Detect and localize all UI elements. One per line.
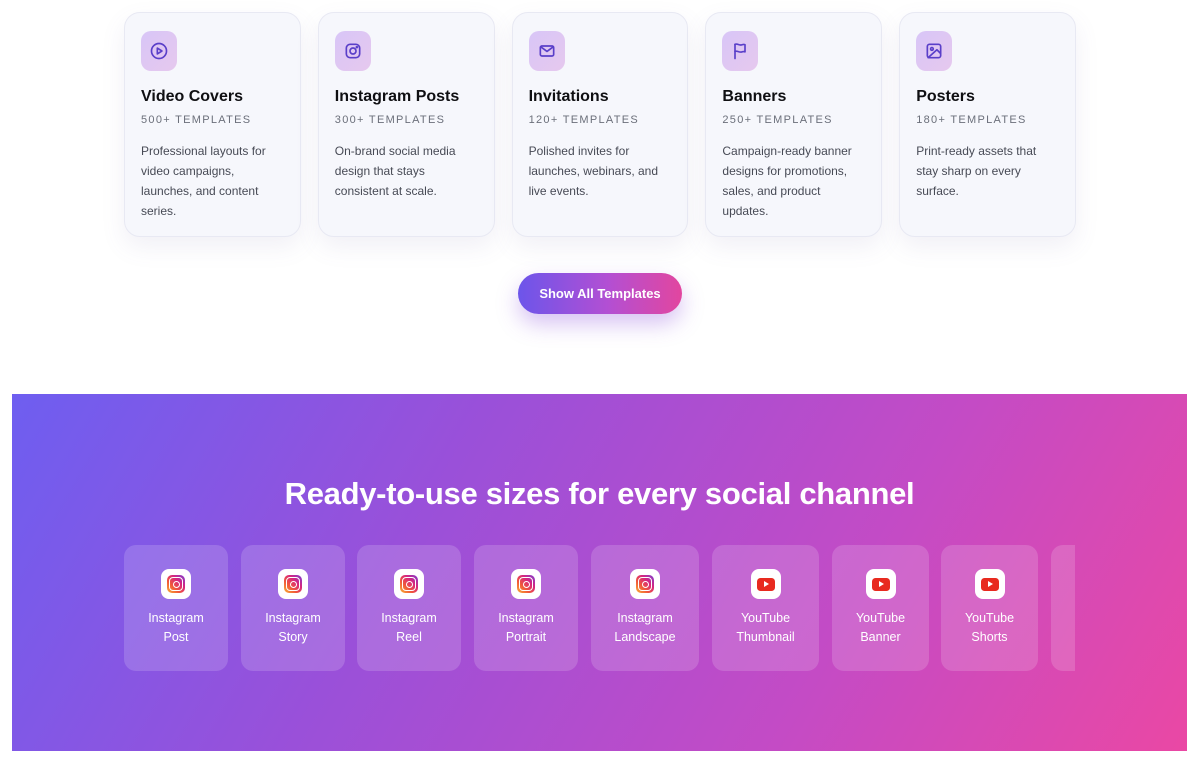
instagram-icon — [630, 569, 660, 599]
size-tile-instagram-post[interactable]: Instagram Post — [124, 545, 228, 671]
card-template-count: 500+ TEMPLATES — [141, 114, 252, 126]
show-all-templates-button[interactable]: Show All Templates — [518, 273, 682, 314]
size-tile-instagram-portrait[interactable]: Instagram Portrait — [474, 545, 578, 671]
tile-label-platform: Instagram — [381, 611, 437, 625]
tile-label-platform: Instagram — [617, 611, 673, 625]
tile-label-platform: YouTube — [740, 611, 791, 625]
template-card-instagram-posts[interactable]: Instagram Posts 300+ TEMPLATES On-brand … — [317, 12, 495, 237]
youtube-icon — [750, 569, 781, 599]
tile-label-format: Shorts — [971, 630, 1008, 644]
card-title: Instagram Posts — [334, 88, 460, 105]
size-tile-instagram-story[interactable]: Instagram Story — [241, 545, 345, 671]
tile-label-platform: YouTube — [855, 611, 906, 625]
tile-label-format: Post — [163, 630, 189, 644]
card-title: Banners — [722, 88, 787, 105]
size-tile-instagram-landscape[interactable]: Instagram Landscape — [591, 545, 699, 671]
instagram-icon — [278, 569, 308, 599]
youtube-icon — [865, 569, 896, 599]
image-icon — [916, 31, 953, 71]
mail-icon — [528, 31, 565, 71]
template-category-cards: Video Covers 500+ TEMPLATES Professional… — [124, 12, 1076, 237]
tile-label-format: Reel — [396, 630, 422, 644]
youtube-icon — [974, 569, 1005, 599]
instagram-icon — [394, 569, 424, 599]
card-template-count: 180+ TEMPLATES — [916, 114, 1027, 126]
tile-label-platform: Instagram — [498, 611, 554, 625]
card-template-count: 300+ TEMPLATES — [334, 114, 446, 126]
card-title: Invitations — [528, 88, 609, 105]
card-template-count: 250+ TEMPLATES — [722, 114, 833, 126]
tile-label-format: Banner — [860, 630, 901, 644]
social-sizes-section: Ready-to-use sizes for every social chan… — [12, 394, 1187, 751]
card-description: Campaign-ready banner designs for promot… — [722, 144, 852, 218]
template-card-invitations[interactable]: Invitations 120+ TEMPLATES Polished invi… — [511, 12, 689, 237]
size-tile-youtube-shorts[interactable]: YouTube Shorts — [941, 545, 1038, 671]
tile-label-format: Thumbnail — [736, 630, 795, 644]
social-size-carousel[interactable]: Instagram Post Instagram Story Instagram Re… — [124, 545, 1075, 671]
tile-label-platform: Instagram — [265, 611, 321, 625]
size-tile-partial[interactable] — [1051, 545, 1075, 671]
tile-label-platform: Instagram — [148, 611, 204, 625]
instagram-icon — [511, 569, 541, 599]
section-title: Ready-to-use sizes for every social chan… — [284, 476, 915, 511]
tile-label-format: Landscape — [614, 630, 676, 644]
card-title: Video Covers — [141, 88, 243, 105]
instagram-icon — [334, 31, 371, 71]
template-card-video-covers[interactable]: Video Covers 500+ TEMPLATES Professional… — [124, 12, 301, 237]
card-template-count: 120+ TEMPLATES — [528, 114, 640, 126]
flag-icon — [722, 31, 759, 71]
card-title: Posters — [916, 88, 975, 105]
template-card-posters[interactable]: Posters 180+ TEMPLATES Print-ready asset… — [899, 12, 1076, 237]
tile-label-format: Portrait — [505, 630, 547, 644]
size-tile-youtube-thumbnail[interactable]: YouTube Thumbnail — [712, 545, 819, 671]
card-description: On-brand social media design that stays … — [334, 144, 456, 198]
play-circle-icon — [141, 31, 177, 71]
size-tile-youtube-banner[interactable]: YouTube Banner — [832, 545, 929, 671]
instagram-icon — [161, 569, 191, 599]
size-tile-instagram-reel[interactable]: Instagram Reel — [357, 545, 461, 671]
card-description: Professional layouts for video campaigns… — [141, 144, 266, 218]
tile-label-format: Story — [278, 630, 308, 644]
template-card-banners[interactable]: Banners 250+ TEMPLATES Campaign-ready ba… — [705, 12, 883, 237]
card-description: Polished invites for launches, webinars,… — [528, 144, 659, 198]
card-description: Print-ready assets that stay sharp on ev… — [916, 144, 1037, 198]
tile-label-platform: YouTube — [964, 611, 1015, 625]
